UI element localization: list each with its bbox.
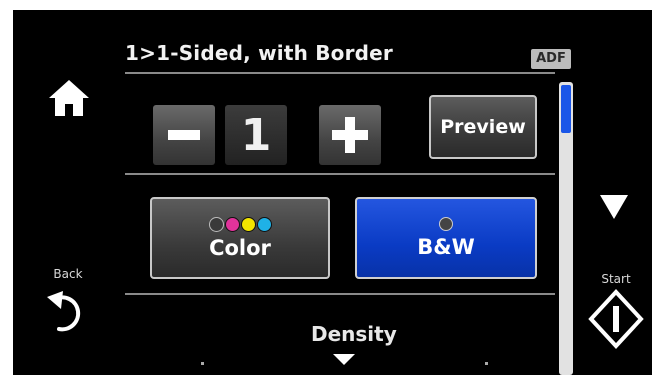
bw-mode-button[interactable]: B&W: [355, 197, 537, 279]
density-expand-button[interactable]: [333, 351, 355, 365]
color-mode-label: Color: [209, 235, 271, 260]
color-mode-button[interactable]: Color: [150, 197, 330, 279]
preview-button[interactable]: Preview: [429, 95, 537, 159]
density-label[interactable]: Density: [311, 322, 397, 346]
printer-lcd-screen: 1>1-Sided, with Border ADF 1 Preview Col…: [13, 10, 652, 375]
magenta-ink-dot: [224, 216, 240, 232]
black-ink-dot: [439, 217, 453, 231]
increase-copies-button[interactable]: [319, 105, 381, 165]
section-divider: [125, 293, 555, 295]
start-button[interactable]: Start: [587, 272, 645, 372]
scroll-down-button[interactable]: [598, 193, 630, 221]
start-diamond-icon: [588, 289, 644, 349]
preview-label: Preview: [440, 116, 526, 138]
minus-icon: [168, 130, 200, 140]
ink-dots: [208, 216, 272, 232]
adf-badge: ADF: [531, 49, 571, 69]
home-button[interactable]: [48, 78, 90, 118]
caret-down-icon: [333, 354, 355, 365]
slider-tick: [485, 362, 488, 365]
back-label: Back: [53, 267, 83, 281]
back-arrow-icon: [47, 291, 81, 332]
scrollbar-thumb[interactable]: [561, 85, 571, 133]
black-ink-dot: [208, 216, 224, 232]
start-label: Start: [601, 272, 631, 286]
decrease-copies-button[interactable]: [153, 105, 215, 165]
plus-icon: [332, 117, 368, 153]
cyan-ink-dot: [256, 216, 272, 232]
bw-mode-label: B&W: [417, 235, 475, 259]
scroll-down-icon: [600, 195, 628, 219]
page-title: 1>1-Sided, with Border: [125, 41, 393, 65]
back-button[interactable]: Back: [43, 267, 93, 347]
section-divider: [125, 173, 555, 175]
copies-count[interactable]: 1: [225, 105, 287, 165]
yellow-ink-dot: [240, 216, 256, 232]
slider-tick: [201, 362, 204, 365]
bw-ink-dots: [439, 217, 453, 231]
home-icon: [49, 80, 89, 116]
title-divider: [125, 72, 555, 74]
